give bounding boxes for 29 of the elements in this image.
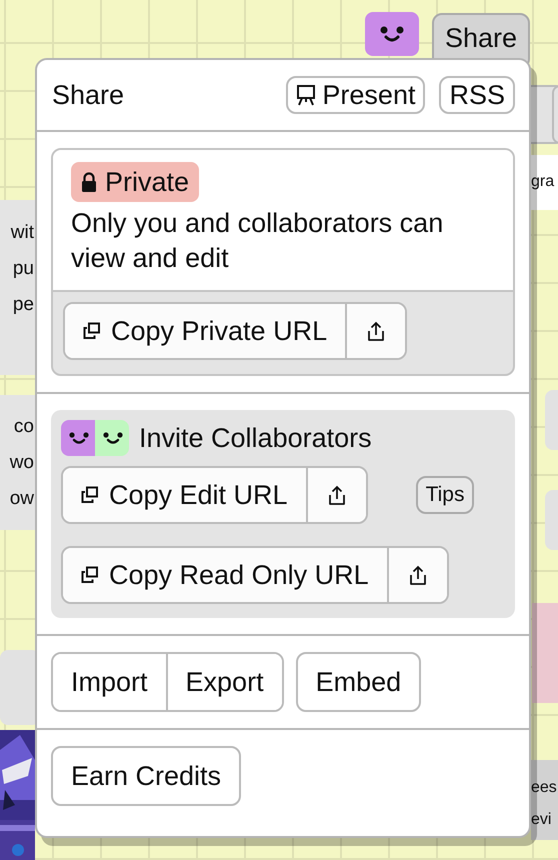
note-text: ow (8, 487, 34, 511)
avatar-icon (365, 12, 419, 56)
popup-title: Share (52, 80, 124, 110)
copy-url-button[interactable]: Copy Read Only URL (63, 548, 389, 602)
collaborators-icon (61, 420, 129, 456)
copy-url-button[interactable]: Copy Private URL (65, 304, 348, 358)
note-text: wo (8, 451, 34, 475)
note-text: pu (12, 257, 34, 281)
note-text: evi (531, 810, 552, 830)
copy-url-button[interactable]: Copy Edit URL (63, 468, 308, 522)
note-text: co (12, 415, 34, 439)
private-badge: Private (71, 162, 200, 202)
lock-icon (81, 171, 97, 193)
present-button[interactable]: Present (286, 76, 426, 114)
note-text: gra (531, 172, 556, 192)
copy-icon (81, 486, 99, 504)
note-text: ees (531, 778, 558, 798)
embed-button[interactable]: Embed (296, 652, 422, 712)
note-text: pe (12, 293, 34, 317)
export-button[interactable]: Export (166, 654, 282, 710)
rss-button[interactable]: RSS (439, 76, 515, 114)
tips-button[interactable]: Tips (416, 476, 474, 514)
invite-title: Invite Collaborators (139, 422, 372, 454)
copy-icon (83, 322, 101, 340)
copy-icon (81, 566, 99, 584)
presentation-icon (296, 84, 316, 106)
earn-credits-button[interactable]: Earn Credits (51, 746, 242, 806)
privacy-description: Only you and collaborators can view and edit (71, 207, 444, 275)
note-text: wit (10, 221, 34, 245)
